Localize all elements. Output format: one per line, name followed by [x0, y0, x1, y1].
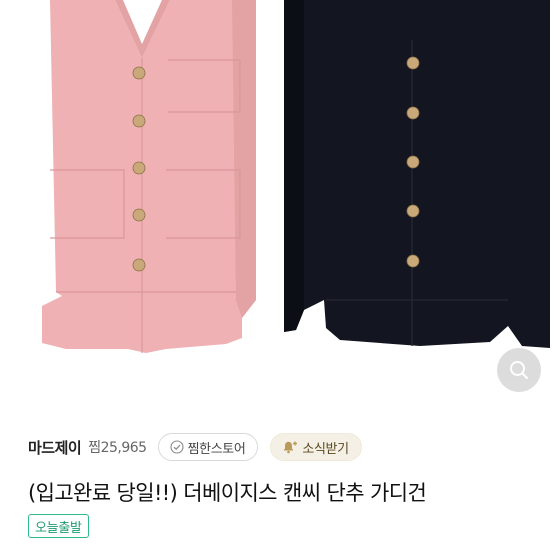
today-shipping-badge: 오늘출발	[28, 514, 89, 538]
product-images	[42, 0, 550, 353]
cardigan-black-button-4	[406, 204, 420, 218]
cardigan-pink-button-3	[132, 161, 146, 175]
product-image-pink	[42, 0, 256, 353]
cardigan-pink-button-1	[132, 66, 146, 80]
cardigan-black-body	[284, 0, 550, 348]
cardigan-pink-button-4	[132, 208, 146, 222]
bell-plus-icon	[284, 441, 298, 454]
zoom-button[interactable]	[497, 348, 541, 392]
cardigan-black-button-1	[406, 56, 420, 70]
store-info: 마드제이 찜25,965 찜한스토어 소식받기	[28, 432, 362, 462]
store-likes-count: 찜25,965	[88, 440, 147, 456]
cardigan-pink-button-5	[132, 258, 146, 272]
cardigan-black-button-5	[406, 254, 420, 268]
subscribe-news-button[interactable]: 소식받기	[270, 433, 362, 461]
product-image-gallery[interactable]	[0, 0, 554, 410]
cardigan-pink-button-2	[132, 114, 146, 128]
magnifier-icon	[510, 361, 528, 379]
subscribe-news-label: 소식받기	[302, 441, 349, 457]
store-name[interactable]: 마드제이	[28, 437, 82, 458]
follow-store-button[interactable]: 찜한스토어	[157, 433, 259, 461]
product-title: (입고완료 당일!!) 더베이지스 캔씨 단추 가디건	[28, 481, 427, 505]
product-image-black	[284, 0, 550, 348]
cardigan-black-button-2	[406, 106, 420, 120]
check-icon	[170, 440, 184, 454]
cardigan-black-sleeve-shade	[284, 0, 304, 332]
follow-store-label: 찜한스토어	[187, 441, 246, 457]
cardigan-pink-body	[42, 0, 256, 353]
cardigan-black-button-3	[406, 155, 420, 169]
